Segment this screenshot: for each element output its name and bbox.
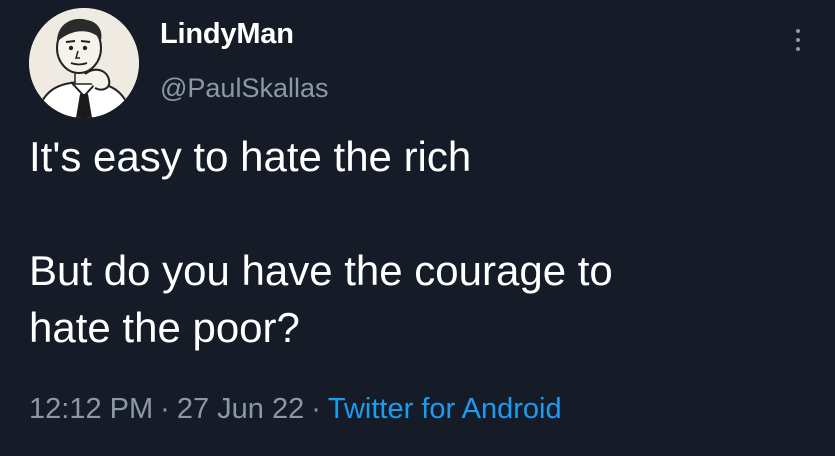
- tweet-line: It's easy to hate the rich: [29, 133, 472, 180]
- cartoon-man-avatar-icon: [29, 8, 139, 118]
- tweet-metadata: 12:12 PM · 27 Jun 22 · Twitter for Android: [29, 393, 562, 426]
- vertical-ellipsis-icon: [796, 47, 800, 51]
- tweet-source-link[interactable]: Twitter for Android: [328, 393, 562, 425]
- separator: ·: [160, 393, 170, 425]
- separator: ·: [311, 393, 321, 425]
- avatar[interactable]: [29, 8, 139, 118]
- user-handle[interactable]: @PaulSkallas: [160, 73, 329, 104]
- tweet-line: hate the poor?: [29, 304, 300, 351]
- tweet-line: But do you have the courage to: [29, 247, 613, 294]
- tweet-text: It's easy to hate the rich But do you ha…: [29, 128, 819, 356]
- display-name[interactable]: LindyMan: [160, 18, 294, 51]
- more-options-button[interactable]: [788, 20, 808, 60]
- tweet-card: LindyMan @PaulSkallas It's easy to hate …: [0, 0, 835, 456]
- tweet-date[interactable]: 27 Jun 22: [177, 393, 304, 425]
- vertical-ellipsis-icon: [796, 29, 800, 33]
- tweet-time[interactable]: 12:12 PM: [29, 393, 153, 425]
- vertical-ellipsis-icon: [796, 38, 800, 42]
